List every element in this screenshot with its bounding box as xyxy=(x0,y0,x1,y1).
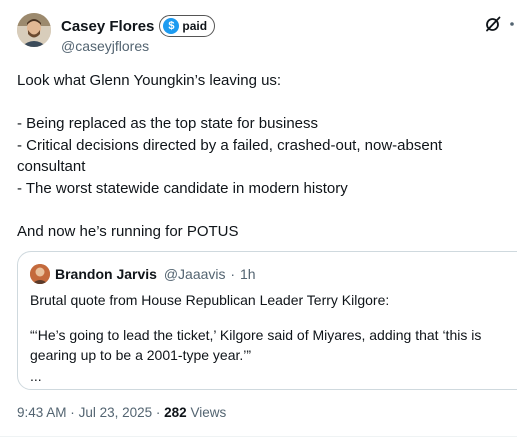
tweet-text: Look what Glenn Youngkin’s leaving us: -… xyxy=(17,70,512,242)
tweet-line: - Critical decisions directed by a faile… xyxy=(17,136,443,176)
tweet-footer: 9:43 AM · Jul 23, 2025 · 282 Views xyxy=(17,405,226,420)
quote-author-handle: @Jaaavis xyxy=(163,266,226,282)
quote-author-avatar xyxy=(30,264,50,284)
dollar-icon: $ xyxy=(163,18,180,34)
post-time[interactable]: 9:43 AM xyxy=(17,405,67,420)
grok-icon[interactable] xyxy=(484,15,502,33)
footer-separator: · xyxy=(70,405,75,420)
quote-header: Brandon Jarvis @Jaaavis · 1h xyxy=(55,266,256,282)
quote-author-name: Brandon Jarvis xyxy=(55,266,157,282)
post-date[interactable]: Jul 23, 2025 xyxy=(79,405,153,420)
paid-badge-label: paid xyxy=(182,19,208,33)
author-name-row: Casey Flores $ paid xyxy=(61,15,216,37)
author-handle[interactable]: @caseyjflores xyxy=(61,38,149,54)
tweet-post: Casey Flores $ paid @caseyjflores Look w… xyxy=(0,0,517,439)
author-avatar[interactable] xyxy=(17,13,51,47)
author-display-name[interactable]: Casey Flores xyxy=(61,18,154,35)
views-label: Views xyxy=(190,405,227,420)
quote-text: Brutal quote from House Republican Leade… xyxy=(30,290,500,386)
quote-time: 1h xyxy=(239,266,256,282)
tweet-line: And now he’s running for POTUS xyxy=(17,222,239,240)
more-options-icon[interactable] xyxy=(507,14,517,34)
tweet-line: Look what Glenn Youngkin’s leaving us: xyxy=(17,72,282,89)
quote-text-line: Brutal quote from House Republican Leade… xyxy=(30,292,390,308)
quote-text-line: “‘He’s going to lead the ticket,’ Kilgor… xyxy=(30,326,482,364)
paid-badge: $ paid xyxy=(159,15,216,37)
divider xyxy=(0,436,517,437)
quote-separator: · xyxy=(230,266,236,282)
views-count: 282 xyxy=(164,405,187,420)
tweet-line: - Being replaced as the top state for bu… xyxy=(17,115,319,132)
quote-text-line: ... xyxy=(30,367,42,384)
footer-separator: · xyxy=(155,405,161,420)
tweet-line: - The worst statewide candidate in moder… xyxy=(17,179,348,197)
quoted-tweet-card[interactable]: Brandon Jarvis @Jaaavis · 1h Brutal quot… xyxy=(17,251,517,390)
